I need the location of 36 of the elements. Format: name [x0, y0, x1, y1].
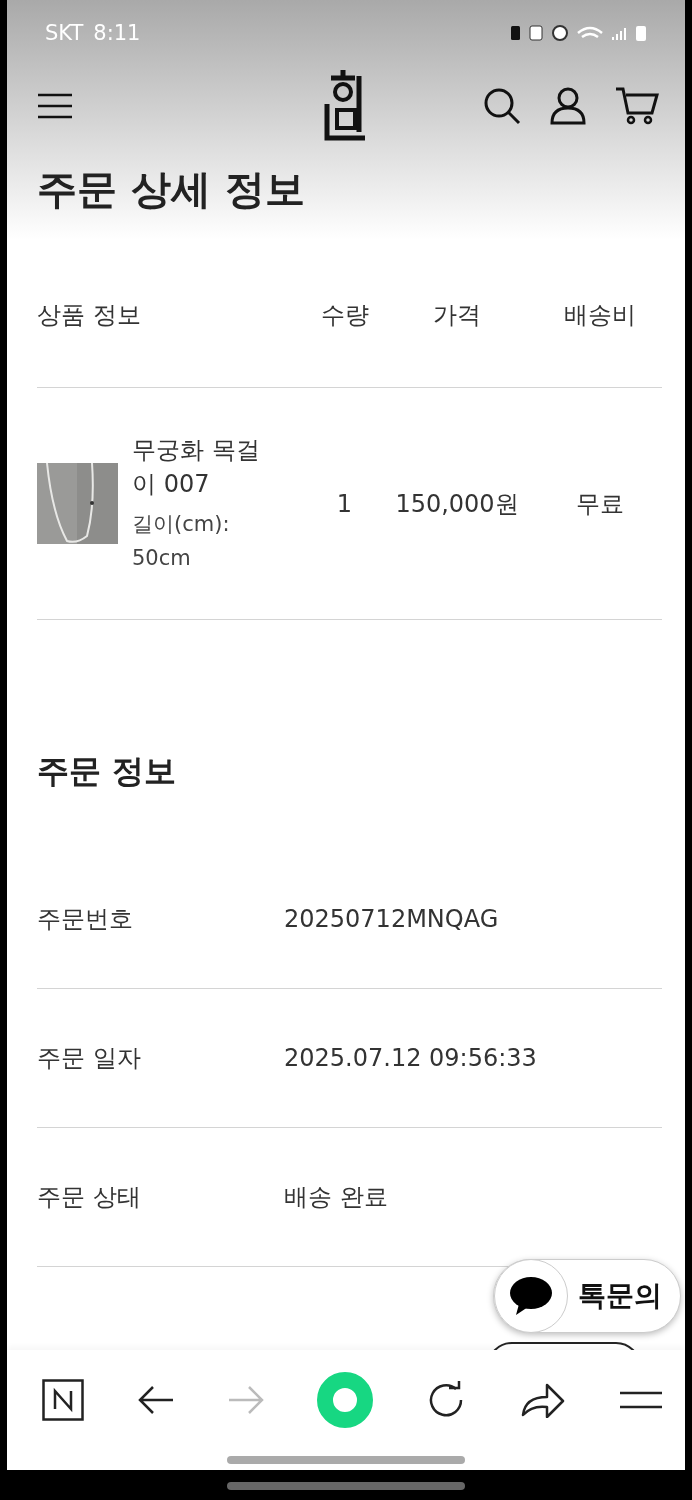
field-label: 주문번호: [37, 904, 134, 935]
battery-icon: [635, 24, 647, 42]
field-label: 주문 일자: [37, 1043, 142, 1074]
field-value: 20250712MNQAG: [284, 905, 499, 933]
share-icon[interactable]: [521, 1382, 566, 1418]
field-value: 2025.07.12 09:56:33: [284, 1044, 537, 1072]
menu-icon[interactable]: [618, 1390, 663, 1410]
column-header: 상품 정보: [37, 299, 142, 331]
wifi-icon: [577, 26, 603, 40]
product-option: 길이(cm): 50cm: [132, 506, 282, 575]
product-name[interactable]: 무궁화 목걸이 007: [132, 432, 282, 501]
field-label: 주문 상태: [37, 1182, 142, 1213]
search-icon[interactable]: [483, 87, 521, 125]
section-title: 주문 정보: [37, 751, 178, 792]
clock-text: 8:11: [93, 21, 141, 45]
back-icon[interactable]: [137, 1385, 174, 1415]
table-cell-text: 1: [335, 489, 354, 518]
carrier-text: SKT: [45, 21, 84, 45]
table-cell-text: 무료: [574, 488, 625, 520]
field-value: 배송 완료: [284, 1182, 388, 1213]
cart-icon[interactable]: [615, 87, 659, 125]
user-icon[interactable]: [549, 87, 587, 125]
column-header: 가격: [432, 299, 482, 331]
battery-saver-icon: [510, 25, 521, 41]
column-header: 배송비: [562, 299, 637, 331]
notification-icon: [529, 25, 543, 41]
column-header: 수량: [319, 299, 370, 331]
signal-icon: [611, 25, 627, 41]
alarm-icon: [551, 24, 569, 42]
menu-icon[interactable]: [37, 93, 73, 119]
logo-icon[interactable]: [323, 68, 367, 142]
naver-icon[interactable]: [42, 1379, 84, 1421]
table-cell-text: 150,000원: [394, 488, 520, 520]
chat-button[interactable]: 톡문의: [493, 1259, 681, 1333]
speech-bubble-icon: [509, 1276, 553, 1316]
page-title: 주문 상세 정보: [37, 165, 306, 214]
